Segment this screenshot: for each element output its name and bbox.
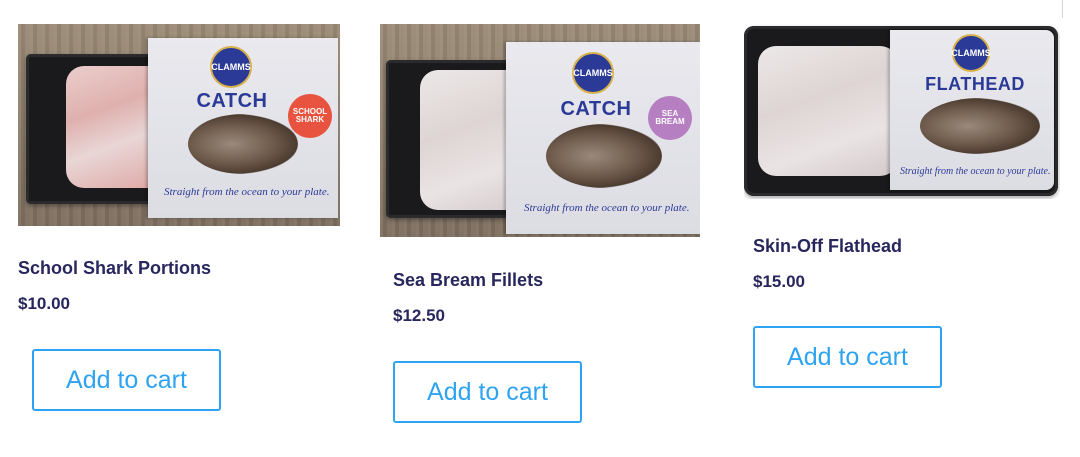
add-to-cart-button[interactable]: Add to cart (393, 361, 582, 423)
clamms-logo: CLAMMS (210, 46, 252, 88)
fish-illustration (188, 114, 298, 174)
product-image-sea-bream[interactable]: CLAMMS CATCH SEA BREAM Straight from the… (380, 24, 700, 237)
brand-name: CLAMMS (211, 62, 251, 72)
brand-name: CLAMMS (951, 48, 991, 58)
product-word: CATCH (560, 98, 632, 120)
product-word: CATCH (196, 90, 268, 112)
product-sleeve: CLAMMS CATCH SCHOOL SHARK Straight from … (148, 38, 338, 218)
product-card-sea-bream: CLAMMS CATCH SEA BREAM Straight from the… (380, 24, 705, 434)
fish-illustration (546, 124, 662, 188)
product-word: FLATHEAD (925, 74, 1025, 94)
product-image-school-shark[interactable]: CLAMMS CATCH SCHOOL SHARK Straight from … (18, 24, 340, 226)
product-sleeve: CLAMMS FLATHEAD Straight from the ocean … (890, 30, 1054, 190)
product-card-school-shark: CLAMMS CATCH SCHOOL SHARK Straight from … (18, 24, 343, 424)
species-sticker: SCHOOL SHARK (288, 94, 332, 138)
product-title[interactable]: School Shark Portions (18, 258, 211, 279)
fish-fillet (758, 46, 898, 176)
package-tagline: Straight from the ocean to your plate. (164, 186, 330, 198)
add-to-cart-button[interactable]: Add to cart (32, 349, 221, 411)
add-to-cart-button[interactable]: Add to cart (753, 326, 942, 388)
package-tagline: Straight from the ocean to your plate. (524, 202, 690, 214)
clamms-logo: CLAMMS (951, 34, 991, 72)
product-image-flathead[interactable]: CLAMMS FLATHEAD Straight from the ocean … (744, 24, 1060, 199)
product-sleeve: CLAMMS CATCH SEA BREAM Straight from the… (506, 42, 700, 234)
product-price: $12.50 (393, 306, 445, 325)
clamms-logo: CLAMMS (572, 52, 614, 94)
product-price: $15.00 (753, 272, 805, 291)
product-title[interactable]: Skin-Off Flathead (753, 236, 902, 257)
package-tagline: Straight from the ocean to your plate. (900, 166, 1051, 177)
page-edge-divider (1062, 0, 1063, 18)
brand-name: CLAMMS (573, 68, 613, 78)
product-price: $10.00 (18, 294, 70, 313)
product-title[interactable]: Sea Bream Fillets (393, 270, 543, 291)
fish-illustration (920, 98, 1040, 154)
product-card-flathead: CLAMMS FLATHEAD Straight from the ocean … (744, 24, 1064, 404)
species-sticker: SEA BREAM (648, 96, 692, 140)
